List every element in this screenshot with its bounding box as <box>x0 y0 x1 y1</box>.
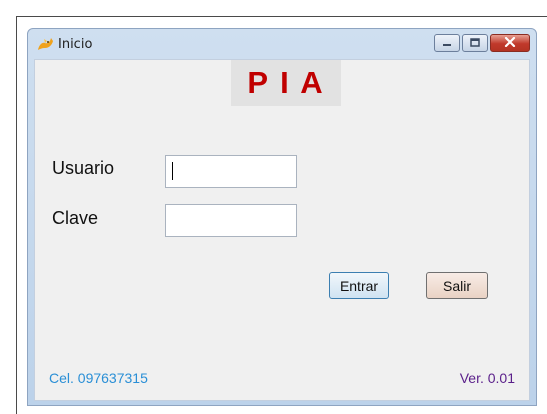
salir-button[interactable]: Salir <box>426 272 488 299</box>
phone-text: Cel. 097637315 <box>49 370 148 386</box>
usuario-input[interactable] <box>165 155 297 188</box>
usuario-label: Usuario <box>52 158 115 178</box>
app-banner: P I A <box>231 60 341 106</box>
login-window: Inicio P I A Usuario Clave Entrar Salir … <box>27 28 537 406</box>
title-bar[interactable]: Inicio <box>28 29 536 59</box>
entrar-button[interactable]: Entrar <box>329 272 389 299</box>
minimize-icon <box>442 34 452 52</box>
clave-label: Clave <box>52 208 99 228</box>
minimize-button[interactable] <box>434 34 460 52</box>
window-title: Inicio <box>58 37 93 52</box>
window-client-area: P I A Usuario Clave Entrar Salir Cel. 09… <box>34 59 530 401</box>
close-icon <box>504 34 516 52</box>
cat-icon <box>36 36 54 52</box>
maximize-icon <box>470 34 480 52</box>
maximize-button[interactable] <box>462 34 488 52</box>
text-caret <box>172 162 173 180</box>
version-text: Ver. 0.01 <box>459 370 515 386</box>
close-button[interactable] <box>490 34 530 52</box>
window-controls <box>434 34 530 54</box>
clave-input[interactable] <box>165 204 297 237</box>
usuario-field-wrap <box>165 155 297 188</box>
